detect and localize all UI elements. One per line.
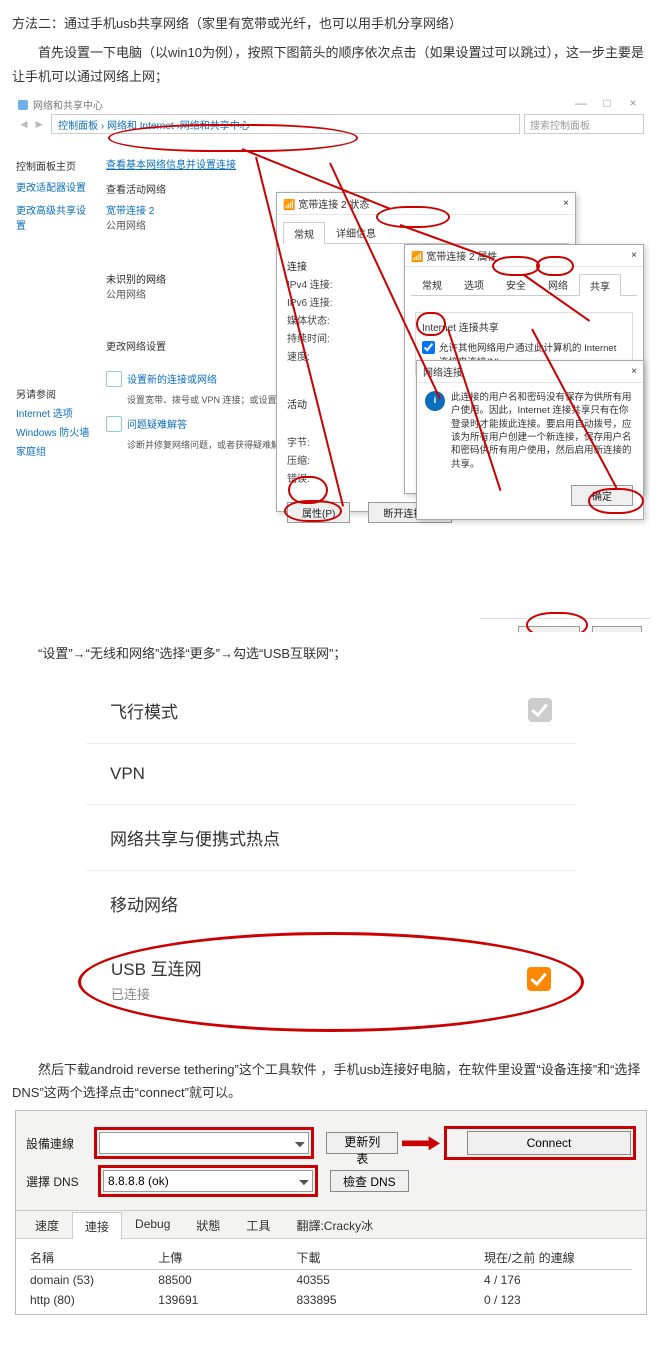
- info-icon: i: [425, 391, 445, 411]
- dialog-network-message: 网络连接× i 此连接的用户名和密码没有保存为供所有用户使用。因此，Intern…: [416, 360, 644, 520]
- explorer-window: 网络和共享中心 —□× ◄ ► 控制面板 › 网络和 Internet › 网络…: [12, 94, 650, 150]
- phone-usb-internet[interactable]: USB 互连网 已连接: [111, 949, 551, 1009]
- search-input[interactable]: 搜索控制面板: [524, 114, 644, 134]
- tab-status[interactable]: 狀態: [183, 1211, 233, 1238]
- windows-network-screenshot: 网络和共享中心 —□× ◄ ► 控制面板 › 网络和 Internet › 网络…: [12, 94, 650, 632]
- red-highlight-ring: USB 互连网 已连接: [78, 932, 584, 1032]
- prop-ok-button[interactable]: 确定: [518, 626, 580, 632]
- tab-general[interactable]: 常规: [283, 222, 325, 244]
- window-controls[interactable]: —□×: [568, 96, 646, 110]
- link-view-basic[interactable]: 查看基本网络信息并设置连接: [106, 156, 640, 171]
- paragraph-3: 然后下载android reverse tethering”这个工具软件 ，手机…: [12, 1058, 650, 1105]
- table-row: http (80) 139691 833895 0 / 123: [30, 1290, 632, 1310]
- seealso-homegroup[interactable]: 家庭组: [16, 443, 89, 458]
- tab-connections[interactable]: 連接: [72, 1212, 122, 1239]
- seealso-firewall[interactable]: Windows 防火墙: [16, 424, 89, 439]
- phone-mobile-network[interactable]: 移动网络: [86, 871, 576, 936]
- left-nav: 控制面板主页 更改适配器设置 更改高级共享设置: [12, 150, 96, 410]
- reverse-tethering-screenshot: 設備連線 更新列表 Connect 選擇 DNS 8.8.8.8 (ok) 檢查…: [15, 1110, 647, 1315]
- phone-vpn[interactable]: VPN: [86, 744, 576, 805]
- tab-prop-network[interactable]: 网络: [537, 273, 579, 295]
- method-title: 方法二：通过手机usb共享网络（家里有宽带或光纤，也可以用手机分享网络）: [12, 12, 650, 35]
- tab-speed[interactable]: 速度: [22, 1211, 72, 1238]
- toggle-off-icon[interactable]: [528, 698, 552, 722]
- prop-cancel-button[interactable]: 取消: [592, 626, 642, 632]
- close-icon[interactable]: ×: [631, 250, 637, 261]
- tab-tools[interactable]: 工具: [233, 1211, 283, 1238]
- device-select[interactable]: [99, 1132, 309, 1154]
- tool-tabs: 速度 連接 Debug 狀態 工具 翻譯:Cracky冰: [16, 1211, 646, 1239]
- label-device: 設備連線: [26, 1135, 94, 1152]
- conn1-name[interactable]: 宽带连接 2: [106, 202, 154, 217]
- tab-debug[interactable]: Debug: [122, 1211, 183, 1238]
- th-sessions: 現在/之前 的連線: [484, 1249, 632, 1266]
- tab-translate[interactable]: 翻譯:Cracky冰: [283, 1211, 386, 1238]
- close-icon[interactable]: ×: [631, 366, 637, 377]
- th-upload: 上傳: [158, 1249, 296, 1266]
- msg-ok-button[interactable]: 确定: [571, 485, 633, 506]
- see-also: 另请参阅 Internet 选项 Windows 防火墙 家庭组: [16, 382, 89, 462]
- nav-home[interactable]: 控制面板主页: [16, 158, 92, 173]
- tab-prop-sharing[interactable]: 共享: [579, 274, 621, 296]
- nav-advanced-sharing[interactable]: 更改高级共享设置: [16, 202, 92, 232]
- phone-settings-screenshot: 飞行模式 VPN 网络共享与便携式热点 移动网络 USB 互连网 已连接: [86, 678, 576, 1032]
- dns-select[interactable]: 8.8.8.8 (ok): [103, 1170, 313, 1192]
- properties-dialog-buttons: 确定 取消: [480, 618, 650, 632]
- connections-table: 名稱 上傳 下載 現在/之前 的連線 domain (53) 88500 403…: [16, 1239, 646, 1314]
- refresh-button[interactable]: 更新列表: [326, 1132, 398, 1154]
- tab-prop-general[interactable]: 常规: [411, 273, 453, 295]
- address-bar[interactable]: 控制面板 › 网络和 Internet › 网络和共享中心: [51, 114, 520, 134]
- conn2-net: 公用网络: [106, 286, 166, 301]
- phone-airplane-mode[interactable]: 飞行模式: [86, 678, 576, 744]
- breadcrumb-last: 网络和共享中心: [180, 117, 250, 132]
- paragraph-1: 首先设置一下电脑（以win10为例），按照下图箭头的顺序依次点击（如果设置过可以…: [12, 41, 650, 88]
- red-arrow-icon: [402, 1136, 440, 1150]
- paragraph-2: “设置”→“无线和网络”选择“更多”→勾选“USB互联网”；: [12, 642, 650, 665]
- conn2-name: 未识别的网络: [106, 271, 166, 286]
- close-icon[interactable]: ×: [563, 198, 569, 209]
- tab-details[interactable]: 详细信息: [325, 221, 387, 243]
- window-title: 网络和共享中心: [33, 97, 103, 112]
- nav-adapter[interactable]: 更改适配器设置: [16, 179, 92, 194]
- troubleshoot-icon: [106, 416, 122, 432]
- th-download: 下載: [296, 1249, 484, 1266]
- nav-back-icon[interactable]: ◄ ►: [18, 117, 45, 131]
- checkbox-on-icon[interactable]: [527, 967, 551, 991]
- check-dns-button[interactable]: 檢查 DNS: [330, 1170, 409, 1192]
- tab-prop-security[interactable]: 安全: [495, 273, 537, 295]
- message-body: 此连接的用户名和密码没有保存为供所有用户使用。因此，Internet 连接共享只…: [451, 391, 635, 471]
- tab-prop-options[interactable]: 选项: [453, 273, 495, 295]
- label-dns: 選擇 DNS: [26, 1173, 98, 1190]
- seealso-internet-options[interactable]: Internet 选项: [16, 405, 89, 420]
- th-name: 名稱: [30, 1249, 158, 1266]
- wizard-icon: [106, 371, 122, 387]
- table-row: domain (53) 88500 40355 4 / 176: [30, 1270, 632, 1290]
- properties-button[interactable]: 属性(P): [287, 502, 350, 523]
- phone-hotspot[interactable]: 网络共享与便携式热点: [86, 805, 576, 871]
- connect-button[interactable]: Connect: [467, 1131, 631, 1155]
- conn1-net: 公用网络: [106, 217, 154, 232]
